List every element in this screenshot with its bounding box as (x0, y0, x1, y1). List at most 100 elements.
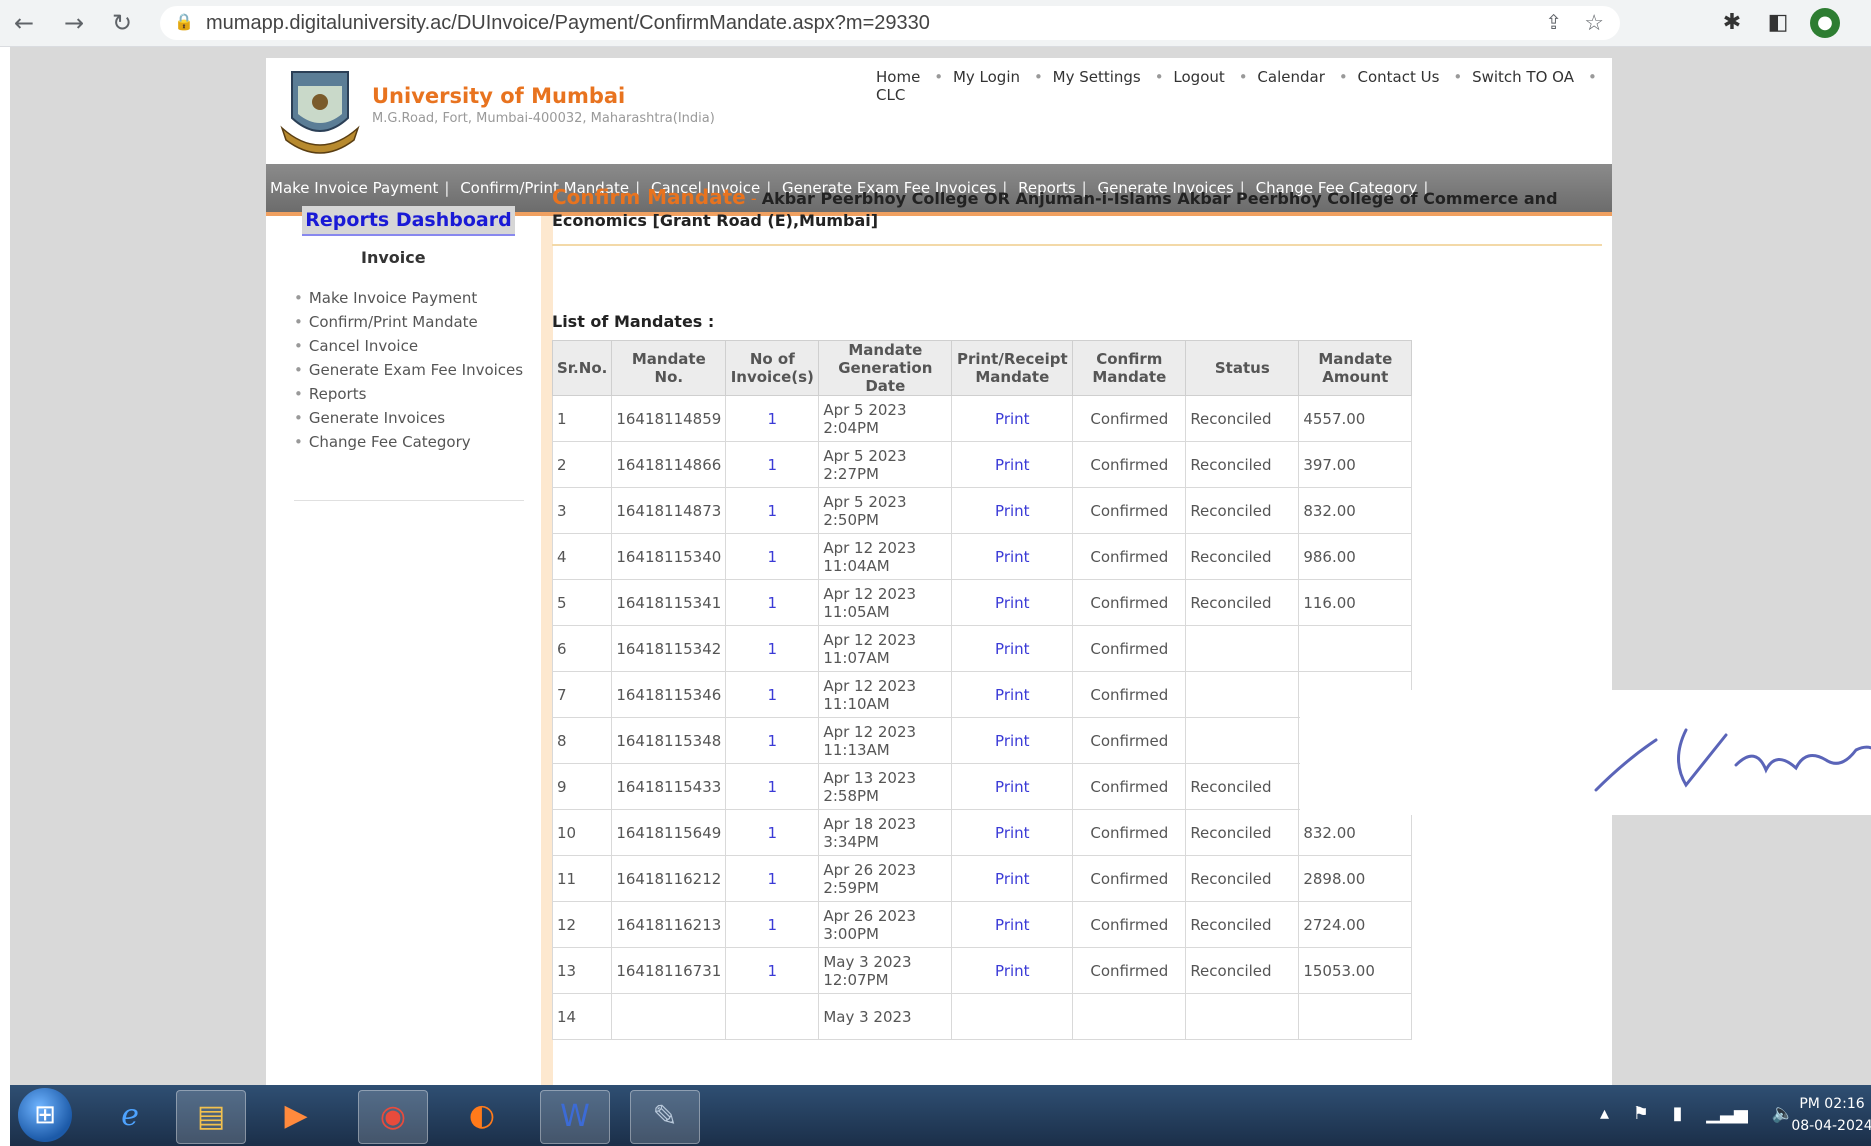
invoice-count-link[interactable] (725, 993, 820, 1040)
time-text: 2:58PM (823, 786, 879, 805)
network-icon[interactable]: ▁▃▅ (1706, 1103, 1748, 1124)
date-text: May 3 2023 (823, 1007, 912, 1026)
cell-status (1185, 993, 1300, 1040)
top-link-switch-to-oa[interactable]: Switch TO OA (1472, 68, 1574, 86)
star-icon[interactable]: ☆ (1584, 6, 1604, 40)
menu-make-invoice-payment[interactable]: Make Invoice Payment (266, 179, 442, 197)
print-mandate-link[interactable]: Print (951, 947, 1074, 994)
file-explorer-icon[interactable]: ▤ (176, 1090, 246, 1144)
reports-dashboard-title[interactable]: Reports Dashboard (302, 206, 515, 236)
col-status: Status (1185, 340, 1300, 396)
university-name[interactable]: University of Mumbai (372, 84, 625, 108)
invoice-count-link[interactable]: 1 (725, 441, 820, 488)
invoice-count-link[interactable]: 1 (725, 855, 820, 902)
sidebar-item-change-fee-category[interactable]: • Change Fee Category (294, 434, 524, 451)
sidebar-item-generate-invoices[interactable]: • Generate Invoices (294, 410, 524, 427)
cell-confirm-status: Confirmed (1072, 579, 1187, 626)
top-link-calendar[interactable]: Calendar (1257, 68, 1324, 86)
invoice-count-link[interactable]: 1 (725, 579, 820, 626)
top-link-logout[interactable]: Logout (1173, 68, 1224, 86)
reload-icon[interactable]: ↻ (108, 9, 136, 37)
cell-mandate-no: 16418115433 (611, 763, 727, 810)
cell-status: Reconciled (1185, 901, 1300, 948)
print-mandate-link[interactable]: Print (951, 901, 1074, 948)
invoice-count-link[interactable]: 1 (725, 671, 820, 718)
table-row: 14 May 3 2023 (551, 993, 1413, 1040)
invoice-count-link[interactable]: 1 (725, 625, 820, 672)
cell-mandate-no: 16418115340 (611, 533, 727, 580)
media-player-icon[interactable]: ▶ (262, 1090, 330, 1142)
paint-icon[interactable]: ✎ (630, 1090, 700, 1144)
word-icon[interactable]: W (540, 1090, 610, 1144)
tray-expand-icon[interactable]: ▴ (1600, 1103, 1609, 1124)
invoice-count-link[interactable]: 1 (725, 901, 820, 948)
print-mandate-link[interactable]: Print (951, 579, 1074, 626)
table-row: 6 16418115342 1 Apr 12 2023 11:07AM Print Conf… (551, 625, 1413, 672)
print-mandate-link[interactable] (951, 993, 1074, 1040)
chrome-icon[interactable]: ◉ (358, 1090, 428, 1144)
confirm-mandate-title: Confirm Mandate (552, 185, 746, 209)
share-icon[interactable]: ⇪ (1545, 6, 1562, 40)
print-mandate-link[interactable]: Print (951, 487, 1074, 534)
date-text: Apr 5 2023 (823, 446, 907, 465)
invoice-count-link[interactable]: 1 (725, 809, 820, 856)
print-mandate-link[interactable]: Print (951, 625, 1074, 672)
top-link-my-settings[interactable]: My Settings (1053, 68, 1141, 86)
sidebar-item-cancel-invoice[interactable]: • Cancel Invoice (294, 338, 524, 355)
cell-sr-no: 13 (551, 947, 613, 994)
invoice-count-link[interactable]: 1 (725, 487, 820, 534)
cell-confirm-status: Confirmed (1072, 625, 1187, 672)
clock[interactable]: PM 02:16 08-04-2024 (1788, 1093, 1871, 1137)
top-link-home[interactable]: Home (876, 68, 920, 86)
sidebar-item-generate-exam-fee-invoices[interactable]: • Generate Exam Fee Invoices (294, 362, 524, 379)
top-link-contact-us[interactable]: Contact Us (1358, 68, 1440, 86)
start-button[interactable]: ⊞ (18, 1088, 72, 1142)
table-row: 9 16418115433 1 Apr 13 2023 2:58PM Print Confi… (551, 763, 1413, 810)
address-bar[interactable]: 🔒 mumapp.digitaluniversity.ac/DUInvoice/… (160, 6, 1620, 40)
cell-sr-no: 5 (551, 579, 613, 626)
table-header-row: Sr.No. Mandate No. No of Invoice(s) Mand… (551, 340, 1413, 396)
firefox-icon[interactable]: ◐ (448, 1090, 516, 1142)
top-link-my-login[interactable]: My Login (953, 68, 1020, 86)
time-text: 11:05AM (823, 602, 890, 621)
flag-icon[interactable]: ⚑ (1633, 1103, 1649, 1124)
print-mandate-link[interactable]: Print (951, 717, 1074, 764)
print-mandate-link[interactable]: Print (951, 671, 1074, 718)
power-icon[interactable]: ▮ (1673, 1103, 1683, 1124)
time-text: 12:07PM (823, 970, 889, 989)
time-text: 2:50PM (823, 510, 879, 529)
table-row: 13 16418116731 1 May 3 2023 12:07PM Print Conf… (551, 947, 1413, 994)
clock-date: 08-04-2024 (1791, 1118, 1871, 1134)
print-mandate-link[interactable]: Print (951, 533, 1074, 580)
invoice-count-link[interactable]: 1 (725, 533, 820, 580)
cell-mandate-amount: 116.00 (1298, 579, 1413, 626)
print-mandate-link[interactable]: Print (951, 763, 1074, 810)
table-row: 2 16418114866 1 Apr 5 2023 2:27PM Print Confir… (551, 441, 1413, 488)
cell-confirm-status: Confirmed (1072, 901, 1187, 948)
sidebar-item-confirm-print-mandate[interactable]: • Confirm/Print Mandate (294, 314, 524, 331)
invoice-count-link[interactable]: 1 (725, 763, 820, 810)
back-arrow-icon[interactable]: ← (10, 9, 38, 37)
top-link-clc[interactable]: CLC (876, 86, 905, 104)
internet-explorer-icon[interactable]: ℯ (96, 1090, 164, 1142)
sidebar-list: • Make Invoice Payment • Confirm/Print Man… (294, 290, 524, 458)
cell-generation-date: Apr 13 2023 2:58PM (818, 763, 953, 810)
sidebar-item-reports[interactable]: • Reports (294, 386, 524, 403)
print-mandate-link[interactable]: Print (951, 809, 1074, 856)
forward-arrow-icon[interactable]: → (60, 9, 88, 37)
table-row: 5 16418115341 1 Apr 12 2023 11:05AM Print Conf… (551, 579, 1413, 626)
puzzle-icon[interactable]: ✱ (1718, 9, 1746, 37)
col-confirm-mandate: Confirm Mandate (1072, 340, 1187, 396)
sidebar-item-make-invoice-payment[interactable]: • Make Invoice Payment (294, 290, 524, 307)
invoice-count-link[interactable]: 1 (725, 717, 820, 764)
side-panel-icon[interactable]: ◧ (1764, 9, 1792, 37)
date-text: Apr 12 2023 (823, 630, 917, 649)
col-mandate-amount: Mandate Amount (1298, 340, 1413, 396)
invoice-count-link[interactable]: 1 (725, 947, 820, 994)
invoice-count-link[interactable]: 1 (725, 395, 820, 442)
print-mandate-link[interactable]: Print (951, 441, 1074, 488)
profile-icon[interactable]: ● (1810, 8, 1840, 38)
print-mandate-link[interactable]: Print (951, 855, 1074, 902)
cell-status: Reconciled (1185, 809, 1300, 856)
print-mandate-link[interactable]: Print (951, 395, 1074, 442)
